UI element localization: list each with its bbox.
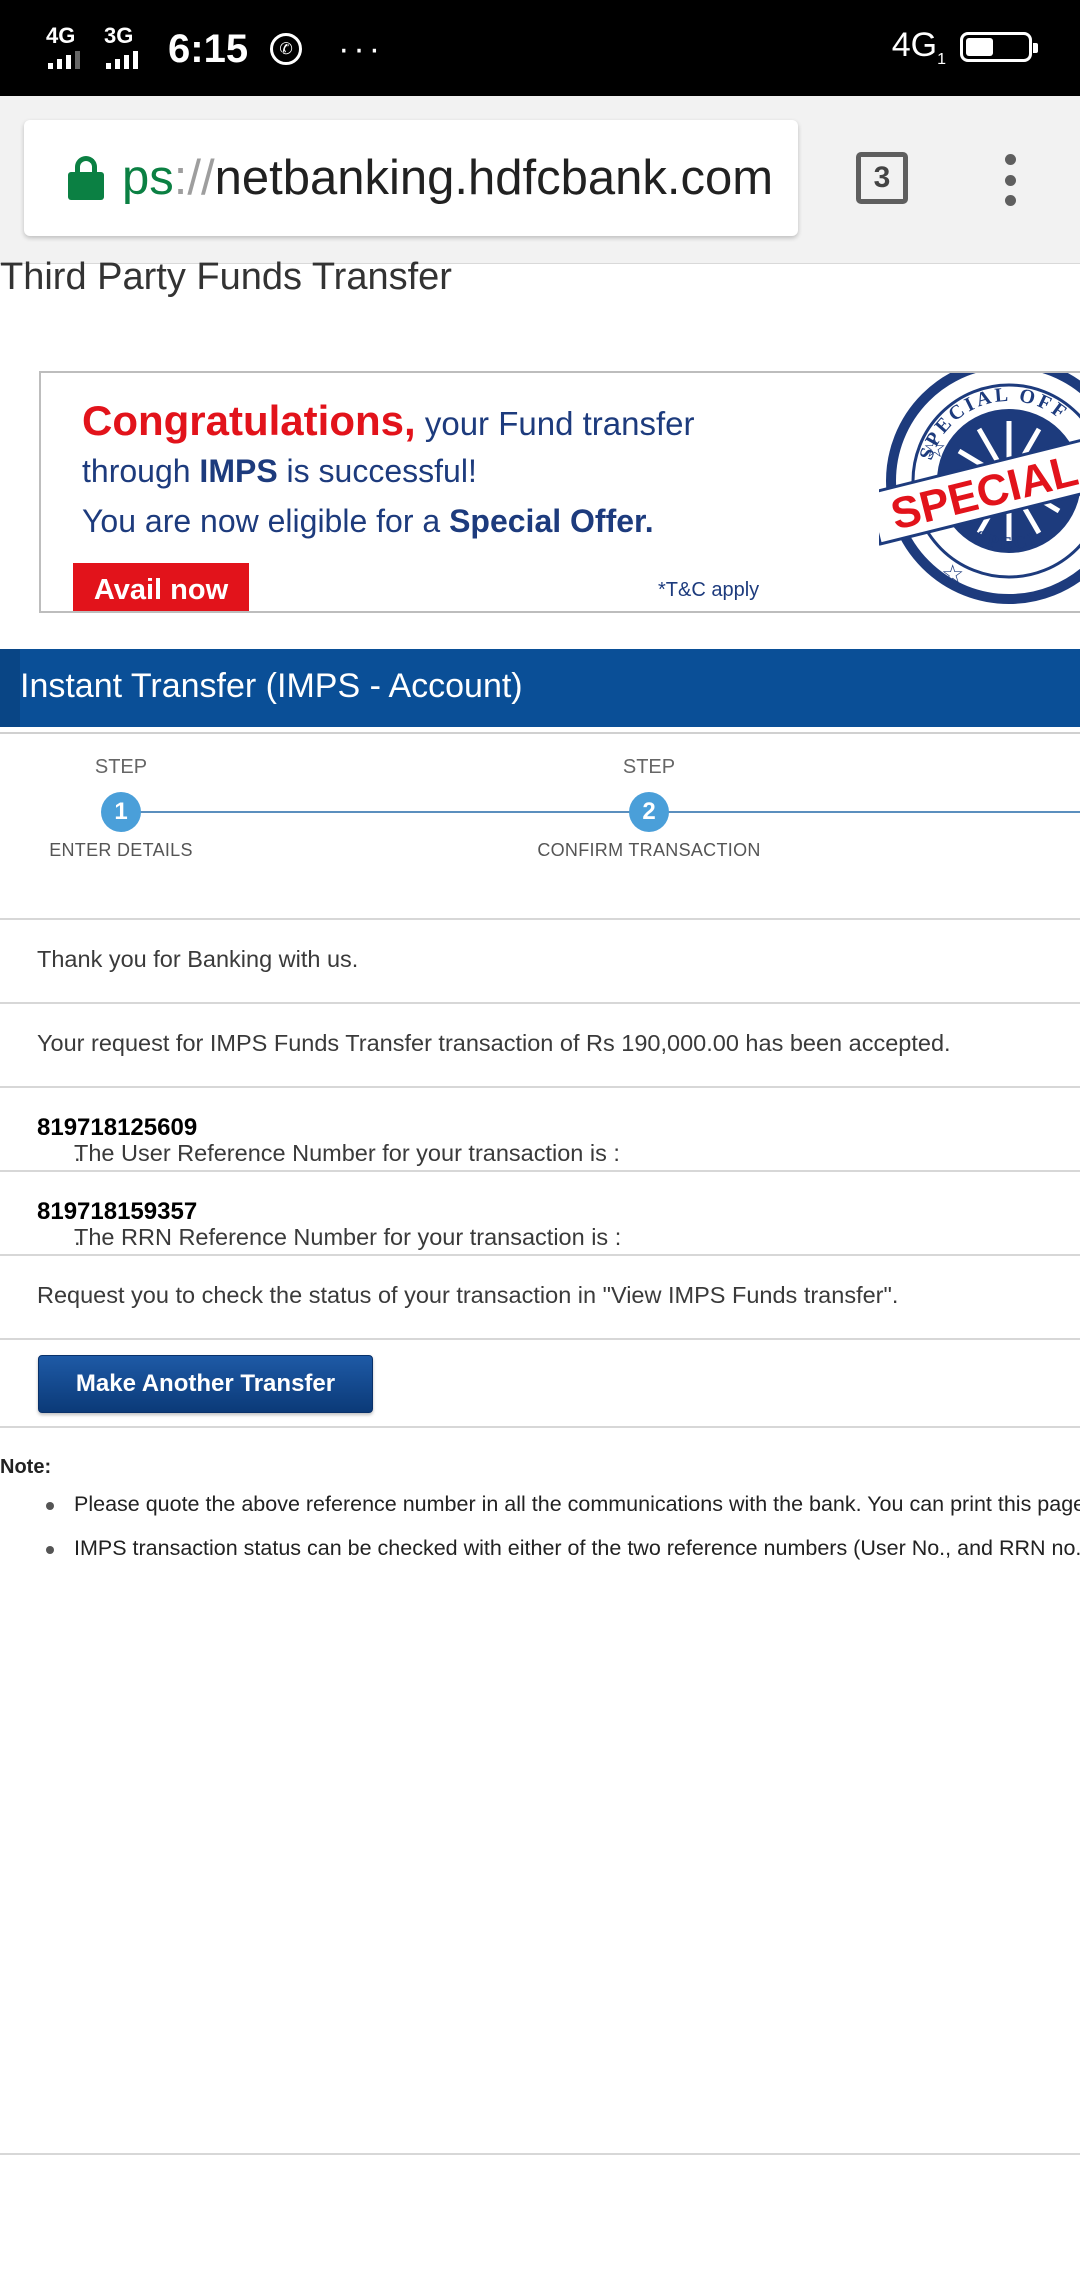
user-reference-number: 819718125609 bbox=[37, 1114, 198, 1141]
browser-menu-icon[interactable] bbox=[996, 154, 1024, 206]
banner-line-3: You are now eligible for a Special Offer… bbox=[82, 503, 654, 539]
step-progress-line bbox=[121, 811, 1080, 813]
status-bar: 4G 3G 6:15 ✆ ··· 4G1 bbox=[0, 0, 1080, 96]
lock-icon[interactable] bbox=[68, 156, 104, 200]
message-check-status: Request you to check the status of your … bbox=[0, 1254, 1080, 1338]
note-label: Note: bbox=[0, 1456, 52, 1478]
note-item: IMPS transaction status can be checked w… bbox=[46, 1536, 1080, 1561]
step-1-caption: ENTER DETAILS bbox=[49, 840, 193, 860]
step-2-caption: CONFIRM TRANSACTION bbox=[537, 840, 761, 860]
svg-text:☆: ☆ bbox=[923, 433, 946, 463]
battery-icon bbox=[960, 32, 1038, 63]
special-offer-banner[interactable]: Congratulations, your Fund transfer thro… bbox=[39, 371, 1080, 613]
note-item: Please quote the above reference number … bbox=[46, 1492, 1080, 1517]
browser-toolbar: ps://netbanking.hdfcbank.com 3 bbox=[0, 96, 1080, 264]
message-accepted: Your request for IMPS Funds Transfer tra… bbox=[0, 1002, 1080, 1086]
section-header: Instant Transfer (IMPS - Account) bbox=[0, 649, 1080, 727]
rrn-reference-number: 819718159357 bbox=[37, 1198, 198, 1225]
step-1-label: STEP bbox=[94, 756, 148, 778]
divider bbox=[0, 2153, 1080, 2155]
signal-4g-icon: 4G bbox=[46, 25, 90, 73]
network-4g-icon: 4G1 bbox=[891, 26, 946, 68]
banner-line-1: Congratulations, your Fund transfer bbox=[82, 397, 695, 444]
step-1-circle: 1 bbox=[101, 792, 141, 832]
url-text[interactable]: ps://netbanking.hdfcbank.com bbox=[122, 150, 773, 206]
make-another-transfer-button[interactable]: Make Another Transfer bbox=[38, 1355, 373, 1413]
message-thanks: Thank you for Banking with us. bbox=[0, 918, 1080, 1002]
status-time: 6:15 bbox=[168, 26, 249, 71]
more-notifications-icon: ··· bbox=[338, 30, 385, 68]
svg-text:☆: ☆ bbox=[941, 559, 964, 589]
step-2-circle: 2 bbox=[629, 792, 669, 832]
action-row: Make Another Transfer bbox=[0, 1338, 1080, 1428]
divider bbox=[0, 732, 1080, 734]
tc-apply-text: *T&C apply bbox=[658, 579, 760, 601]
page-title: Third Party Funds Transfer bbox=[0, 256, 452, 298]
signal-3g-icon: 3G bbox=[104, 25, 148, 73]
message-user-reference: The User Reference Number for your trans… bbox=[0, 1086, 1080, 1170]
special-offer-stamp-icon: SPECIAL OFF SPECI SPECIAL ☆ ☆ bbox=[879, 373, 1080, 604]
step-2-label: STEP bbox=[622, 756, 676, 778]
message-rrn-reference: The RRN Reference Number for your transa… bbox=[0, 1170, 1080, 1254]
address-bar[interactable]: ps://netbanking.hdfcbank.com bbox=[24, 120, 798, 236]
whatsapp-icon: ✆ bbox=[270, 33, 303, 65]
section-title: Instant Transfer (IMPS - Account) bbox=[20, 667, 523, 705]
avail-now-button[interactable]: Avail now bbox=[73, 563, 249, 611]
banner-line-2: through IMPS is successful! bbox=[82, 453, 477, 489]
tab-switcher-button[interactable]: 3 bbox=[856, 152, 908, 204]
